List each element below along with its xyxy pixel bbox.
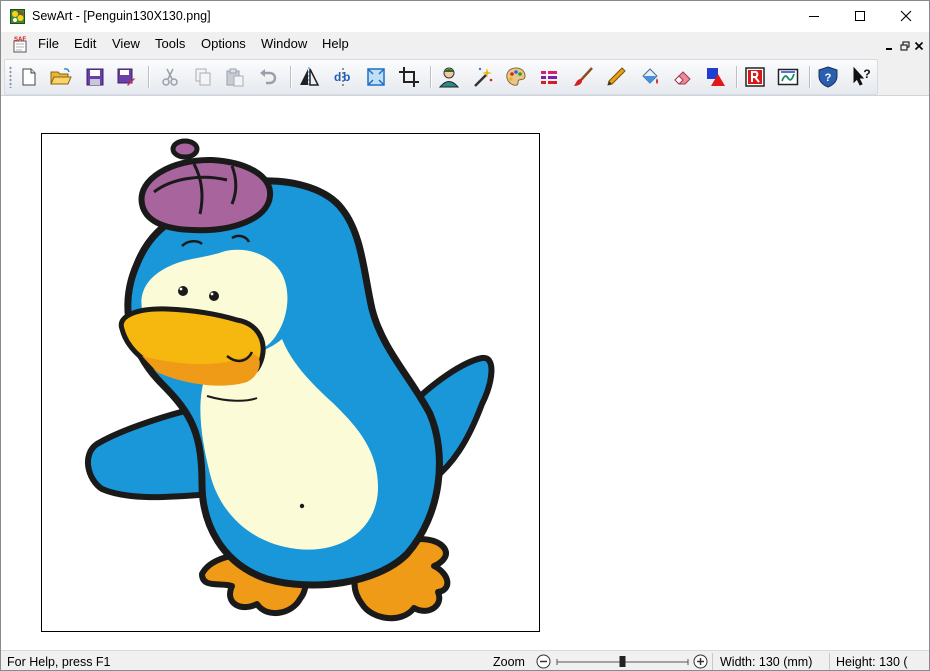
image-height-text: Height: 130 (: [836, 655, 908, 669]
toolbar-separator: [736, 66, 737, 88]
toolbar-separator: [809, 66, 810, 88]
save-as-button[interactable]: [113, 64, 139, 90]
maximize-icon: [855, 11, 865, 21]
close-icon: [900, 10, 912, 22]
main-toolbar: db ? ?: [4, 59, 878, 95]
image-width-text: Width: 130 (mm): [720, 655, 813, 669]
flip-icon: db: [334, 68, 350, 86]
menu-help[interactable]: Help: [322, 36, 349, 51]
help-shield-icon: ?: [818, 66, 838, 88]
copy-icon: [195, 68, 211, 86]
context-help-icon: ?: [853, 66, 871, 86]
color-list-button[interactable]: [536, 64, 562, 90]
status-help-text: For Help, press F1: [7, 655, 111, 669]
document-icon-label: SAF: [14, 37, 26, 43]
undo-button[interactable]: [255, 64, 281, 90]
maximize-button[interactable]: [837, 1, 883, 31]
sewart-window: SewArt - [Penguin130X130.png] SAF File E…: [0, 0, 930, 671]
person-icon: [438, 67, 460, 88]
toolbar-area: db ? ?: [1, 56, 929, 96]
image-canvas[interactable]: [41, 133, 540, 632]
color-list-icon: [541, 71, 557, 84]
save-button[interactable]: [82, 64, 108, 90]
status-separator: [829, 653, 830, 670]
fill-bucket-button[interactable]: [637, 64, 663, 90]
svg-text:d: d: [334, 70, 341, 84]
eraser-icon: [674, 71, 691, 85]
menu-view[interactable]: View: [112, 36, 140, 51]
pencil-icon: [607, 67, 626, 86]
mdi-close-icon[interactable]: [914, 41, 924, 51]
context-help-button[interactable]: ?: [849, 64, 875, 90]
title-bar[interactable]: SewArt - [Penguin130X130.png]: [1, 1, 929, 32]
penguin-image[interactable]: [42, 134, 539, 631]
toolbar-separator: [290, 66, 291, 88]
zoom-out-icon[interactable]: [536, 654, 551, 669]
menu-edit[interactable]: Edit: [74, 36, 96, 51]
menu-window[interactable]: Window: [261, 36, 307, 51]
palette-icon: [506, 67, 526, 86]
mirror-icon: [300, 67, 320, 87]
close-button[interactable]: [883, 1, 929, 31]
status-separator: [712, 653, 713, 670]
red-r-icon: [745, 67, 765, 87]
toolbar-separator: [430, 66, 431, 88]
help-shield-button[interactable]: ?: [815, 64, 841, 90]
paste-icon: [226, 68, 244, 87]
palette-button[interactable]: [503, 64, 529, 90]
new-file-icon: [22, 68, 36, 86]
menu-tools[interactable]: Tools: [155, 36, 185, 51]
resize-button[interactable]: [363, 64, 389, 90]
pencil-button[interactable]: [603, 64, 629, 90]
toolbar-grip[interactable]: [9, 66, 12, 88]
document-icon[interactable]: SAF: [11, 35, 29, 53]
status-bar: For Help, press F1 Zoom Width: 130 (mm) …: [1, 650, 929, 670]
color-shapes-button[interactable]: [703, 64, 729, 90]
open-folder-icon: [50, 68, 72, 85]
minimize-button[interactable]: [791, 1, 837, 31]
menu-options[interactable]: Options: [201, 36, 246, 51]
crop-icon: [399, 67, 419, 87]
cut-button[interactable]: [157, 64, 183, 90]
svg-text:?: ?: [863, 67, 870, 81]
paste-button[interactable]: [222, 64, 248, 90]
minimize-icon: [809, 16, 819, 17]
zoom-label: Zoom: [493, 655, 525, 669]
save-icon: [86, 68, 104, 86]
crop-button[interactable]: [396, 64, 422, 90]
undo-icon: [260, 69, 277, 85]
workspace: [1, 97, 929, 647]
sewart-app-icon[interactable]: [10, 9, 25, 24]
flip-button[interactable]: db: [330, 64, 356, 90]
resize-icon: [367, 68, 385, 86]
fill-bucket-icon: [642, 68, 658, 84]
toolbar-separator: [148, 66, 149, 88]
eraser-button[interactable]: [670, 64, 696, 90]
brush-icon: [574, 67, 593, 86]
person-button[interactable]: [436, 64, 462, 90]
brush-button[interactable]: [570, 64, 596, 90]
new-file-button[interactable]: [16, 64, 42, 90]
copy-button[interactable]: [190, 64, 216, 90]
zoom-in-icon[interactable]: [693, 654, 708, 669]
convert-to-embroidery-icon: [777, 68, 799, 86]
convert-to-embroidery-button[interactable]: [775, 64, 801, 90]
zoom-slider[interactable]: [556, 654, 689, 669]
svg-text:b: b: [343, 70, 350, 84]
magic-wand-icon: [474, 67, 493, 87]
mdi-minimize-icon[interactable]: [885, 41, 895, 51]
save-as-icon: [117, 68, 135, 86]
red-r-button[interactable]: [742, 64, 768, 90]
magic-wand-button[interactable]: [470, 64, 496, 90]
mirror-button[interactable]: [296, 64, 322, 90]
color-shapes-icon: [707, 68, 725, 86]
zoom-slider-thumb[interactable]: [619, 656, 626, 667]
open-folder-button[interactable]: [48, 64, 74, 90]
menu-bar: SAF File Edit View Tools Options Window …: [1, 32, 929, 56]
mdi-restore-icon[interactable]: [900, 41, 910, 51]
window-title: SewArt - [Penguin130X130.png]: [32, 9, 211, 23]
svg-text:?: ?: [825, 72, 832, 84]
menu-file[interactable]: File: [38, 36, 59, 51]
cut-icon: [162, 68, 178, 86]
